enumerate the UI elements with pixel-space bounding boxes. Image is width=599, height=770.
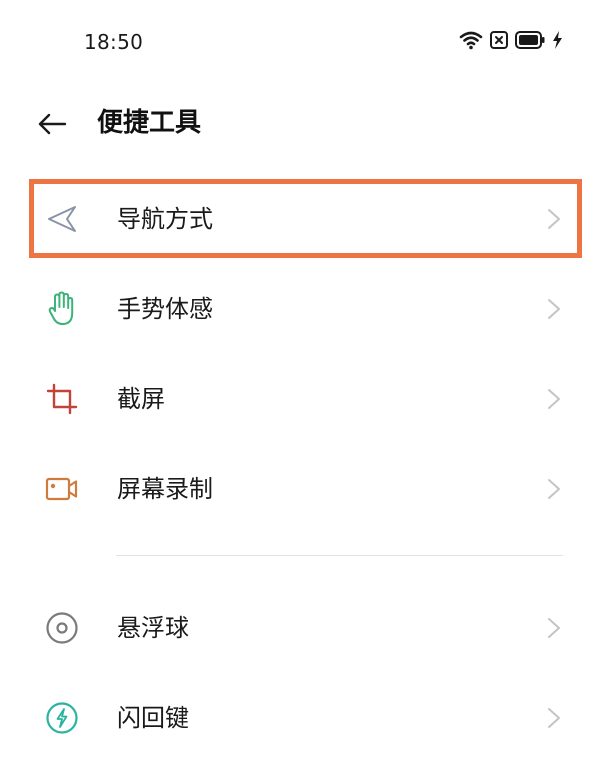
hand-gesture-icon [44,291,80,327]
video-record-icon [44,471,80,507]
chevron-right-icon [546,387,562,411]
wifi-icon [459,30,483,54]
battery-icon [515,31,545,53]
status-time: 18:50 [84,30,144,54]
status-icons [459,30,563,54]
arrow-left-icon [37,112,67,140]
status-bar: 18:50 [0,0,599,84]
floating-ball-icon [44,610,80,646]
crop-icon [44,381,80,417]
header: 便捷工具 [0,84,599,164]
settings-item-screen-recording[interactable]: 屏幕录制 [0,444,599,534]
chevron-right-icon [546,706,562,730]
settings-item-gestures[interactable]: 手势体感 [0,264,599,354]
section-divider [116,555,563,556]
settings-item-navigation[interactable]: 导航方式 [0,174,599,264]
page-title: 便捷工具 [97,108,202,138]
settings-item-label: 悬浮球 [117,614,189,642]
navigation-icon [44,201,80,237]
settings-item-label: 屏幕录制 [117,475,213,503]
chevron-right-icon [546,477,562,501]
chevron-right-icon [546,297,562,321]
flashback-key-icon [44,700,80,736]
settings-item-label: 导航方式 [117,205,213,233]
settings-item-label: 手势体感 [117,295,213,323]
settings-item-label: 截屏 [117,385,165,413]
chevron-right-icon [546,207,562,231]
settings-item-label: 闪回键 [117,704,189,732]
settings-item-flashback-key[interactable]: 闪回键 [0,673,599,763]
charging-icon [551,30,563,54]
sim-off-icon [489,30,509,54]
chevron-right-icon [546,616,562,640]
settings-item-floating-ball[interactable]: 悬浮球 [0,583,599,673]
back-button[interactable] [30,106,74,146]
settings-item-screenshot[interactable]: 截屏 [0,354,599,444]
